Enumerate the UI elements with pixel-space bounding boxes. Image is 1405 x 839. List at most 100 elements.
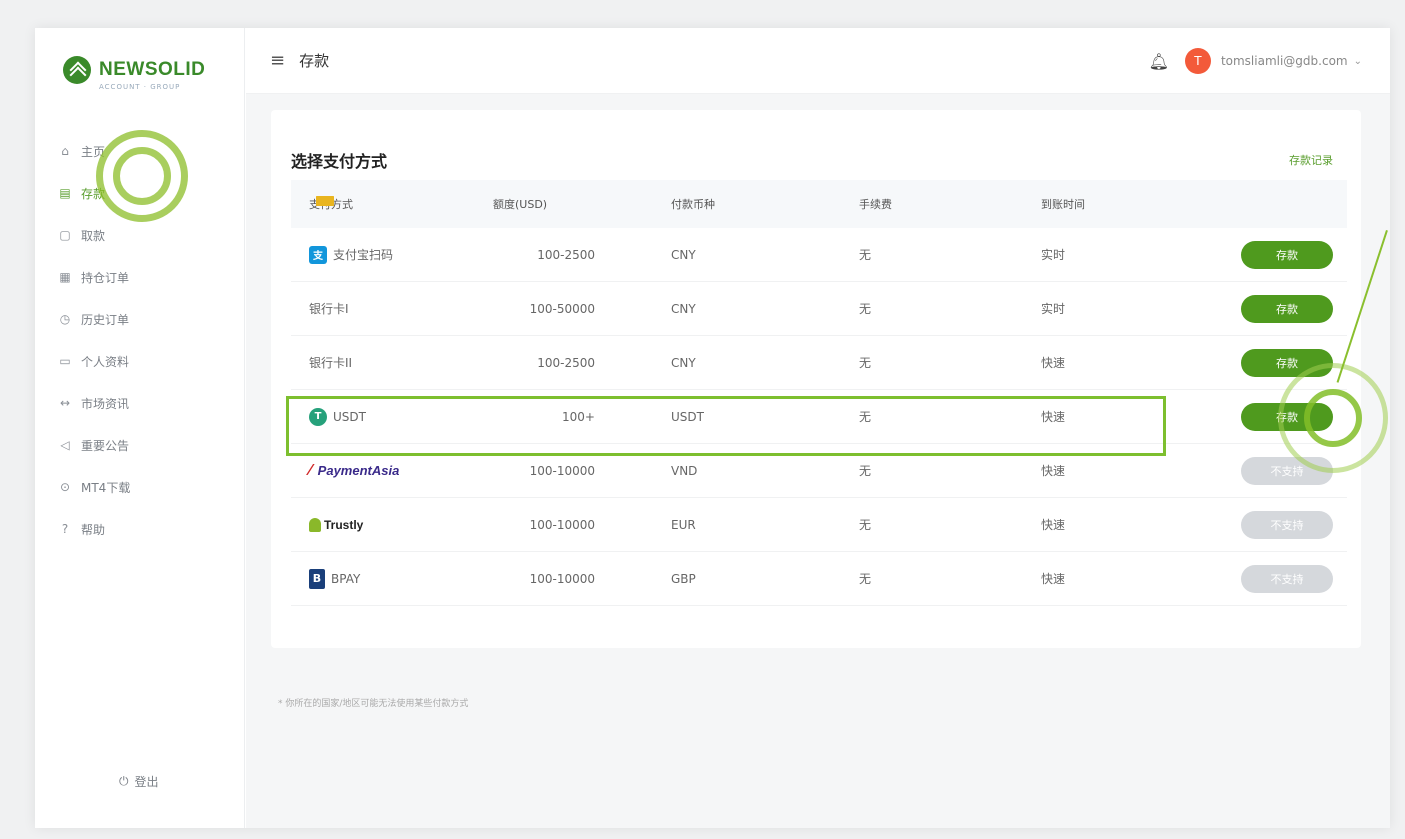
col-header-time: 到账时间 [1041,198,1085,211]
col-header-currency: 付款币种 [671,198,715,211]
sidebar-item-label: 帮助 [81,522,106,537]
card-icon [316,196,334,206]
sidebar-item-label: 市场资讯 [81,396,130,411]
sidebar-item-label: 个人资料 [81,354,130,369]
sidebar-item-label: MT4下载 [81,480,131,495]
table-row: B BPAY 100-10000 GBP 无 快速 不支持 [291,552,1347,606]
cell-limit: 100-10000 [529,517,595,532]
cell-method: 银行卡II [291,196,481,371]
sidebar-item-label: 历史订单 [81,312,130,327]
paymentasia-logo: ∕ PaymentAsia [309,462,399,480]
table-row: Trustly 100-10000 EUR 无 快速 不支持 [291,498,1347,552]
cell-currency: CNY [671,355,696,370]
bpay-icon: B [309,568,325,589]
col-header-fee: 手续费 [859,198,892,211]
logo-icon [63,56,91,84]
cell-fee: 无 [859,572,872,586]
cell-limit: 100-2500 [537,355,595,370]
deposit-button[interactable]: 存款 [1241,240,1333,269]
method-name: Trustly [324,517,364,532]
deposit-records-link[interactable]: 存款记录 [1289,152,1333,168]
announcement-icon: ◁ [60,438,70,452]
hamburger-icon[interactable]: ≡ [270,50,285,71]
sidebar-item-label: 持仓订单 [81,270,130,285]
cell-method: 支支付宝扫码 [291,245,481,264]
table-row: 银行卡I 100-50000 CNY 无实时 存款 [291,196,1347,336]
table-row: 银行卡II 100-2500 CNY 无快速 存款 [291,196,1347,390]
cell-limit: 100-50000 [529,301,595,316]
method-name: PaymentAsia [317,463,400,478]
brand-name: NEWSOLID [99,59,206,80]
cell-method: ∕ PaymentAsia [291,462,481,480]
alipay-icon: 支 [309,245,327,264]
main-content: 选择支付方式 存款记录 支付方式 额度(USD) 付款币种 手续费 到账时间 支… [246,94,1390,828]
method-name: 银行卡I [309,302,349,316]
sidebar-item-positions[interactable]: ▦ 持仓订单 [53,256,243,298]
payment-methods-table: 支付方式 额度(USD) 付款币种 手续费 到账时间 支支付宝扫码 100-250… [291,180,1347,606]
sidebar-item-label: 取款 [81,228,106,243]
brand-tagline: ACCOUNT · GROUP [99,83,181,91]
highlight-box [286,396,1166,456]
cell-time: 快速 [1041,464,1066,478]
sidebar-item-help[interactable]: ? 帮助 [53,508,243,550]
sidebar-item-history[interactable]: ◷ 历史订单 [53,298,243,340]
cell-limit: 100-10000 [529,571,595,586]
swoosh-icon: ∕ [309,461,312,479]
history-icon: ◷ [59,312,71,326]
cell-time: 快速 [1041,518,1066,532]
deposit-button[interactable]: 存款 [1241,294,1333,323]
cell-fee: 无 [859,518,872,532]
cell-action: 不支持 [1201,564,1347,593]
method-name: 银行卡II [309,356,353,370]
table-row: 支支付宝扫码 100-2500 CNY 无 实时 存款 [291,228,1347,282]
highlight-ring-inner [113,147,171,205]
avatar[interactable]: T [1184,48,1211,74]
sidebar-item-announcement[interactable]: ◁ 重要公告 [53,424,243,466]
cell-time: 快速 [1041,572,1066,586]
cell-currency: CNY [671,247,696,262]
trustly-logo: Trustly [309,517,364,532]
cell-fee: 无 [859,464,872,478]
user-area: 🔔︎ T tomsliamli@gdb.com ⌄ [1149,48,1362,74]
deposit-icon: ▤ [59,186,71,200]
cell-fee: 无 [859,302,872,316]
help-icon: ? [61,522,69,536]
sidebar-item-news[interactable]: ↔ 市场资讯 [53,382,243,424]
table-header: 支付方式 额度(USD) 付款币种 手续费 到账时间 [291,180,1347,228]
cell-action: 存款 [1201,240,1347,269]
cell-fee: 无 [859,248,872,262]
cell-method: 银行卡I [291,196,481,317]
cell-currency: VND [671,463,698,478]
withdraw-icon: ▢ [59,228,71,242]
method-name: 支付宝扫码 [333,248,394,262]
click-indicator-ring-inner [1304,389,1362,447]
unsupported-button: 不支持 [1241,564,1333,593]
logout-button[interactable]: ⏻ 登出 [119,773,159,790]
news-icon: ↔ [59,396,71,410]
chevron-down-icon[interactable]: ⌄ [1354,56,1362,67]
payment-methods-card: 选择支付方式 存款记录 支付方式 额度(USD) 付款币种 手续费 到账时间 支… [271,110,1361,648]
cell-currency: GBP [671,571,696,586]
method-name: BPAY [331,571,361,586]
cell-method: Trustly [291,517,481,532]
cell-action: 存款 [1201,294,1347,323]
bell-icon[interactable]: 🔔︎ [1149,52,1169,71]
cell-action: 不支持 [1201,510,1347,539]
cell-currency: EUR [671,517,696,532]
cell-currency: CNY [671,301,696,316]
brand-logo[interactable]: NEWSOLID [63,56,205,84]
user-email[interactable]: tomsliamli@gdb.com [1221,54,1348,68]
cell-fee: 无 [859,356,872,370]
sidebar-item-download[interactable]: ⊙ MT4下载 [53,466,243,508]
cell-method: B BPAY [291,568,481,589]
cell-time: 实时 [1041,248,1066,262]
sidebar-item-profile[interactable]: ▭ 个人资料 [53,340,243,382]
cell-limit: 100-10000 [529,463,595,478]
download-icon: ⊙ [59,480,71,494]
col-header-limit: 额度(USD) [493,198,548,211]
footnote: * 你所在的国家/地区可能无法使用某些付款方式 [278,699,469,709]
profile-icon: ▭ [59,354,71,368]
card-title: 选择支付方式 [291,152,388,171]
cell-time: 快速 [1041,356,1066,370]
home-icon: ⌂ [61,144,69,158]
